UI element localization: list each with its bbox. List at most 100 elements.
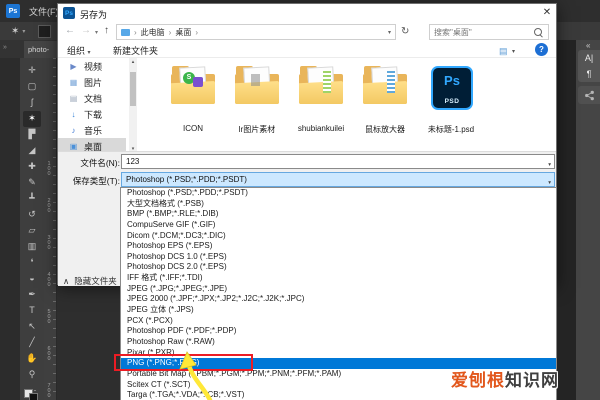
- breadcrumb-this-pc[interactable]: 此电脑: [141, 27, 165, 38]
- crop-tool[interactable]: ▛: [23, 127, 41, 143]
- format-option[interactable]: Photoshop Raw (*.RAW): [121, 337, 556, 348]
- close-icon[interactable]: ✕: [540, 6, 554, 20]
- sidebar-item-videos[interactable]: ▶ 视频: [58, 58, 126, 74]
- photoshop-app-icon: Ps: [6, 4, 20, 18]
- file-item-mouse-magnifier-folder[interactable]: 鼠标放大器: [354, 62, 416, 142]
- file-label: lr图片素材: [238, 125, 276, 134]
- eyedropper-tool[interactable]: ◢: [23, 143, 41, 159]
- file-item-icon-folder[interactable]: S ICON: [162, 62, 224, 142]
- character-panel-icon[interactable]: A|: [585, 53, 593, 63]
- psd-file-icon: Ps PSD: [431, 66, 473, 110]
- sidebar-item-music[interactable]: ♪ 音乐: [58, 122, 126, 138]
- format-option[interactable]: Photoshop DCS 2.0 (*.EPS): [121, 262, 556, 273]
- filename-input[interactable]: 123 ▾: [121, 154, 555, 169]
- tool-preset-swatch: [38, 24, 52, 38]
- ruler-mark: 400: [46, 272, 52, 287]
- gradient-tool[interactable]: ▥: [23, 239, 41, 255]
- new-folder-button[interactable]: 新建文件夹: [113, 44, 158, 57]
- brush-tool[interactable]: ✎: [23, 175, 41, 191]
- format-option[interactable]: IFF 格式 (*.IFF;*.TDI): [121, 273, 556, 284]
- dialog-titlebar[interactable]: [58, 4, 556, 22]
- share-panel-button[interactable]: [578, 86, 600, 104]
- format-option[interactable]: Photoshop (*.PSD;*.PDD;*.PSDT): [121, 188, 556, 199]
- search-input[interactable]: [430, 27, 534, 37]
- scroll-up-icon[interactable]: ▴: [129, 59, 137, 65]
- savetype-label: 保存类型(T):: [72, 176, 120, 186]
- file-item-psd[interactable]: Ps PSD 未标题-1.psd: [420, 62, 482, 142]
- file-item-shubiankuilei-folder[interactable]: shubiankuilei: [290, 62, 352, 142]
- menu-file[interactable]: 文件(F): [29, 5, 59, 18]
- history-brush-tool[interactable]: ↺: [23, 207, 41, 223]
- help-button[interactable]: ?: [535, 43, 548, 56]
- line-tool[interactable]: ╱: [23, 335, 41, 351]
- file-item-lr-folder[interactable]: lr图片素材: [226, 62, 288, 142]
- back-button[interactable]: ←: [65, 25, 75, 36]
- format-option[interactable]: Photoshop EPS (*.EPS): [121, 241, 556, 252]
- address-caret-icon[interactable]: ▾: [388, 29, 391, 36]
- format-option[interactable]: JPEG (*.JPG;*.JPEG;*.JPE): [121, 284, 556, 295]
- pen-tool[interactable]: ✒: [23, 287, 41, 303]
- videos-icon: ▶: [70, 61, 77, 71]
- format-option[interactable]: Dicom (*.DCM;*.DC3;*.DIC): [121, 231, 556, 242]
- search-icon[interactable]: [534, 28, 542, 36]
- format-option[interactable]: JPEG 2000 (*.JPF;*.JPX;*.JP2;*.J2C;*.J2K…: [121, 294, 556, 305]
- breadcrumb-separator: ›: [134, 27, 137, 37]
- path-select-tool[interactable]: ↖: [23, 319, 41, 335]
- watermark-secondary: 知识网: [505, 371, 559, 390]
- ruler-mark: 100: [46, 161, 52, 176]
- move-tool[interactable]: ✛: [23, 63, 41, 79]
- format-option[interactable]: CompuServe GIF (*.GIF): [121, 220, 556, 231]
- healing-brush-tool[interactable]: ✚: [23, 159, 41, 175]
- breadcrumb-desktop[interactable]: 桌面: [175, 27, 191, 38]
- organize-button[interactable]: 组织 ▾: [67, 44, 91, 57]
- breadcrumb-separator: ›: [168, 27, 172, 37]
- marquee-tool[interactable]: ▢: [23, 79, 41, 95]
- type-tool[interactable]: T: [23, 303, 41, 319]
- document-lines: [387, 71, 395, 93]
- paragraph-panel-icon[interactable]: ¶: [587, 69, 592, 79]
- address-bar[interactable]: › 此电脑 › 桌面 › ▾: [116, 24, 396, 40]
- savetype-value: Photoshop (*.PSD;*.PDD;*.PSDT): [126, 175, 247, 184]
- chevron-down-icon[interactable]: ▾: [548, 159, 551, 172]
- collapse-panels-icon[interactable]: «: [586, 41, 590, 50]
- sidebar-item-pictures[interactable]: ▦ 图片: [58, 74, 126, 90]
- lasso-tool[interactable]: ʃ: [23, 95, 41, 111]
- dodge-tool[interactable]: ◒: [23, 271, 41, 287]
- watermark-primary: 爱刨根: [451, 371, 505, 390]
- format-option[interactable]: Photoshop DCS 1.0 (*.EPS): [121, 252, 556, 263]
- dialog-title: 另存为: [80, 10, 108, 20]
- format-option[interactable]: JPEG 立体 (*.JPS): [121, 305, 556, 316]
- sidebar-item-documents[interactable]: ▤ 文档: [58, 90, 126, 106]
- eraser-tool[interactable]: ▱: [23, 223, 41, 239]
- clone-stamp-tool[interactable]: ┻: [23, 191, 41, 207]
- hand-tool[interactable]: ✋: [23, 351, 41, 367]
- blur-tool[interactable]: ❛: [23, 255, 41, 271]
- recent-locations-caret[interactable]: ▾: [95, 29, 98, 36]
- pictures-icon: ▦: [69, 77, 78, 87]
- ruler-mark: 200: [46, 198, 52, 213]
- forward-button[interactable]: →: [81, 25, 91, 36]
- sidebar-label: 文档: [84, 93, 103, 104]
- filename-value: 123: [126, 157, 140, 166]
- zoom-tool[interactable]: ⚲: [23, 367, 41, 383]
- sidebar-item-downloads[interactable]: ↓ 下载: [58, 106, 126, 122]
- foreground-background-swatches[interactable]: [24, 389, 38, 400]
- chevron-down-icon[interactable]: ▾: [22, 28, 25, 35]
- panel-expand-icon[interactable]: »: [3, 44, 7, 51]
- ps-canvas: [557, 40, 576, 400]
- format-option[interactable]: PCX (*.PCX): [121, 316, 556, 327]
- up-button[interactable]: ↑: [104, 25, 109, 36]
- format-option[interactable]: BMP (*.BMP;*.RLE;*.DIB): [121, 209, 556, 220]
- scrollbar-thumb[interactable]: [130, 72, 136, 106]
- format-option[interactable]: 大型文档格式 (*.PSB): [121, 199, 556, 210]
- hide-folders-button[interactable]: ∧ 隐藏文件夹: [63, 275, 117, 287]
- chevron-down-icon[interactable]: ▾: [512, 48, 515, 55]
- magic-wand-tool[interactable]: ✶: [23, 111, 41, 127]
- savetype-select[interactable]: Photoshop (*.PSD;*.PDD;*.PSDT) ▾: [121, 172, 555, 187]
- refresh-icon[interactable]: ↻: [401, 26, 409, 37]
- file-label: 鼠标放大器: [365, 125, 405, 134]
- document-tab[interactable]: photo-: [24, 41, 57, 58]
- file-label: ICON: [183, 124, 203, 133]
- format-option[interactable]: Photoshop PDF (*.PDF;*.PDP): [121, 326, 556, 337]
- view-options-icon[interactable]: ▤: [499, 46, 508, 57]
